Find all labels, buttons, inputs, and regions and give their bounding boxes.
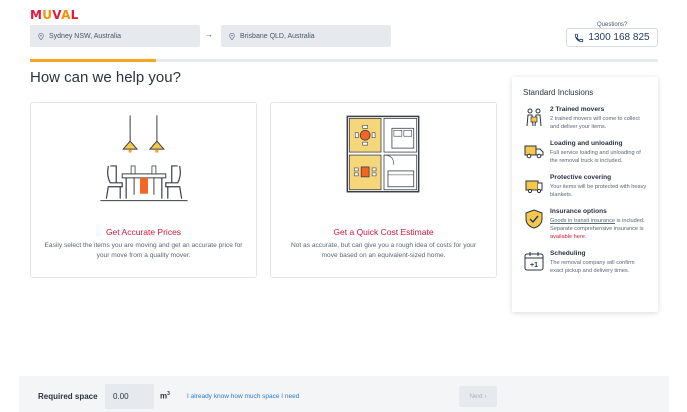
- next-button[interactable]: Next ›: [459, 386, 497, 407]
- unit-label: m3: [160, 391, 170, 401]
- inclusion-protective-covering: Protective covering Your items will be p…: [523, 174, 648, 199]
- quick-estimate-card[interactable]: Get a Quick Cost Estimate Not as accurat…: [270, 102, 497, 278]
- accurate-prices-card[interactable]: Get Accurate Prices Easily select the it…: [30, 102, 257, 278]
- inclusion-title: Loading and unloading: [550, 140, 623, 147]
- inclusion-description: 2 trained movers will come to collect an…: [550, 116, 640, 130]
- page-title: How can we help you?: [30, 69, 181, 86]
- logo-letter-u: U: [42, 8, 53, 22]
- inclusion-title: Scheduling: [550, 250, 586, 257]
- phone-icon: [575, 33, 584, 42]
- dropoff-location-field[interactable]: Brisbane QLD, Australia: [221, 25, 391, 47]
- logo-letter-a: A: [61, 8, 71, 22]
- insurance-available-link[interactable]: available here.: [550, 234, 586, 240]
- progress-bar-fill: [30, 59, 156, 62]
- dropoff-location-value: Brisbane QLD, Australia: [240, 32, 315, 40]
- inclusion-loading: Loading and unloading Full service loadi…: [523, 140, 648, 165]
- footer-bar: Required space m3 I already know how muc…: [19, 376, 669, 412]
- pickup-location-field[interactable]: Sydney NSW, Australia: [30, 25, 200, 47]
- transit-insurance-link[interactable]: Goods in transit insurance: [550, 218, 615, 224]
- inclusion-scheduling: +1 Scheduling The removal company will c…: [523, 250, 648, 275]
- accurate-prices-title: Get Accurate Prices: [105, 227, 182, 237]
- inclusions-heading: Standard Inclusions: [523, 88, 594, 97]
- pickup-location-value: Sydney NSW, Australia: [49, 32, 121, 40]
- muval-logo[interactable]: MUVAL: [30, 8, 79, 22]
- inclusion-title: 2 Trained movers: [550, 106, 605, 113]
- calendar-label: +1: [530, 262, 538, 269]
- inclusion-description: The removal company will confirm exact p…: [550, 260, 635, 274]
- required-space-label: Required space: [38, 392, 98, 401]
- quick-estimate-title: Get a Quick Cost Estimate: [333, 227, 434, 237]
- inclusion-trained-movers: 2 Trained movers 2 trained movers will c…: [523, 106, 648, 131]
- inclusion-insurance: Insurance options Goods in transit insur…: [523, 208, 648, 241]
- inclusion-description: Goods in transit insurance is included. …: [550, 217, 648, 241]
- dining-room-illustration: [100, 115, 188, 202]
- inclusion-description: Your items will be protected with heavy …: [550, 184, 647, 198]
- unit-exponent: 3: [167, 391, 170, 397]
- inclusion-title: Insurance options: [550, 208, 607, 215]
- truck-icon: [524, 145, 544, 159]
- phone-number-button[interactable]: 1300 168 825: [566, 28, 658, 47]
- phone-number: 1300 168 825: [588, 32, 650, 43]
- movers-icon: [526, 108, 542, 127]
- logo-letter-l: L: [70, 8, 79, 22]
- logo-letter-v: V: [52, 8, 62, 22]
- shield-icon: [525, 209, 543, 229]
- quick-estimate-description: Not as accurate, but can give you a roug…: [290, 242, 477, 259]
- map-pin-icon: [229, 32, 235, 40]
- route-arrow-icon: →: [205, 30, 213, 39]
- know-space-link[interactable]: I already know how much space I need: [187, 393, 299, 400]
- blanket-icon: [525, 180, 543, 194]
- inclusion-description: Full service loading and unloading of th…: [550, 150, 641, 164]
- required-space-input[interactable]: [105, 384, 154, 409]
- floor-plan-illustration: [346, 115, 420, 193]
- calendar-icon: +1: [524, 252, 544, 271]
- inclusion-title: Protective covering: [550, 174, 612, 181]
- progress-bar: [30, 59, 658, 62]
- map-pin-icon: [38, 32, 44, 40]
- logo-letter-m: M: [30, 8, 43, 22]
- standard-inclusions-panel: Standard Inclusions 2 Trained movers 2 t…: [512, 77, 658, 312]
- accurate-prices-description: Easily select the items you are moving a…: [44, 242, 243, 259]
